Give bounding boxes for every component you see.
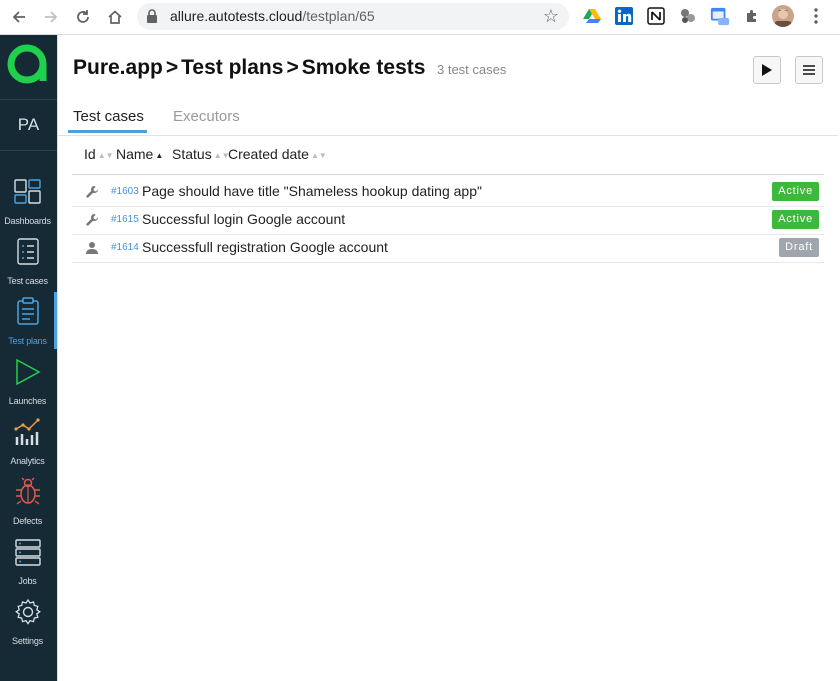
sidebar-item-label: Launches [8,396,47,406]
bookmark-star-icon[interactable]: ☆ [543,6,559,27]
bug-icon [16,477,40,505]
active-tab-indicator [68,130,147,133]
sidebar-item-analytics[interactable]: Analytics [0,410,57,470]
sidebar: PA Dashboards Test cases Test plans Laun… [0,35,57,681]
sidebar-item-label: Test cases [7,276,48,286]
column-id[interactable]: Id ▲▼ [84,146,114,162]
column-label: Status [172,146,212,162]
profile-avatar[interactable] [772,5,794,27]
calendar-icon[interactable] [710,6,730,26]
run-button[interactable] [753,56,781,84]
sidebar-item-label: Settings [12,636,43,646]
status-badge: Active [772,182,819,201]
header-divider [72,174,824,175]
lock-icon [147,9,157,23]
column-created-date[interactable]: Created date ▲▼ [228,146,327,162]
breadcrumb-separator: > [286,56,299,79]
table-row[interactable]: #1614 Successfull registration Google ac… [72,234,824,263]
table-row[interactable]: #1615 Successful login Google account Ac… [72,206,824,235]
sort-icon: ▲▼ [97,151,114,160]
project-avatar[interactable]: PA [0,99,57,151]
test-case-id[interactable]: #1614 [111,242,139,253]
extensions-icon[interactable] [742,6,762,26]
column-label: Id [84,146,96,162]
sidebar-item-label: Dashboards [4,216,51,226]
test-cases-icon [17,238,39,265]
back-icon[interactable] [7,5,31,29]
analytics-chart-icon [14,418,40,445]
wrench-icon [86,214,98,226]
user-icon [86,242,98,254]
breadcrumb-separator: > [165,56,179,79]
project-avatar-label: PA [17,115,40,134]
sidebar-item-label: Analytics [10,456,45,466]
column-label: Name [116,146,154,162]
hamburger-icon [803,65,815,75]
allure-logo-icon[interactable] [5,42,49,86]
linkedin-icon[interactable] [614,6,634,26]
test-case-name[interactable]: Page should have title "Shameless hookup… [142,183,482,199]
reload-icon[interactable] [71,5,95,29]
test-case-name[interactable]: Successful login Google account [142,211,345,227]
wrench-icon [86,186,98,198]
notion-icon[interactable] [646,6,666,26]
test-plans-icon [17,297,39,325]
home-icon[interactable] [103,5,127,29]
sidebar-item-dashboards[interactable]: Dashboards [0,170,57,230]
test-case-id[interactable]: #1615 [111,214,139,225]
sidebar-item-jobs[interactable]: Jobs [0,530,57,590]
sidebar-item-defects[interactable]: Defects [0,470,57,530]
test-case-name[interactable]: Successfull registration Google account [142,239,388,255]
sidebar-item-settings[interactable]: Settings [0,590,57,650]
tab-executors[interactable]: Executors [173,108,240,125]
main-content: Pure.app > Test plans > Smoke tests 3 test c… [57,35,840,681]
test-case-id[interactable]: #1603 [111,186,139,197]
sidebar-item-label: Jobs [18,576,37,586]
test-case-count: 3 test cases [437,62,507,77]
sidebar-item-test-plans[interactable]: Test plans [0,290,57,350]
column-name[interactable]: Name ▲ [116,146,163,162]
breadcrumb-section[interactable]: Test plans [181,56,283,79]
forward-icon[interactable] [39,5,63,29]
tab-bar: Test cases Executors [58,97,838,136]
puzzle-gray-icon[interactable] [678,6,698,26]
google-drive-icon[interactable] [582,6,602,26]
url-text: allure.autotests.cloud/testplan/65 [170,8,375,24]
menu-button[interactable] [795,56,823,84]
menu-dots-icon[interactable] [806,6,826,26]
table-row[interactable]: #1603 Page should have title "Shameless … [72,178,824,207]
sidebar-item-label: Test plans [8,336,47,346]
column-status[interactable]: Status ▲▼ [172,146,230,162]
settings-gear-icon [15,598,41,625]
breadcrumb-project[interactable]: Pure.app [73,56,163,79]
sort-asc-icon: ▲ [155,151,164,160]
column-label: Created date [228,146,309,162]
launch-play-icon [16,358,41,386]
status-badge: Active [772,210,819,229]
breadcrumb: Pure.app > Test plans > Smoke tests [73,56,425,80]
address-bar[interactable]: allure.autotests.cloud/testplan/65 ☆ [137,3,569,30]
tab-test-cases[interactable]: Test cases [73,108,144,125]
jobs-server-icon [15,539,41,566]
sort-icon: ▲▼ [310,151,327,160]
sidebar-item-launches[interactable]: Launches [0,350,57,410]
status-badge: Draft [779,238,819,257]
browser-toolbar: allure.autotests.cloud/testplan/65 ☆ [0,0,840,35]
sidebar-item-test-cases[interactable]: Test cases [0,230,57,290]
dashboard-icon [14,179,41,204]
sidebar-item-label: Defects [12,516,43,526]
page-title: Smoke tests [301,56,426,79]
play-icon [762,64,772,76]
